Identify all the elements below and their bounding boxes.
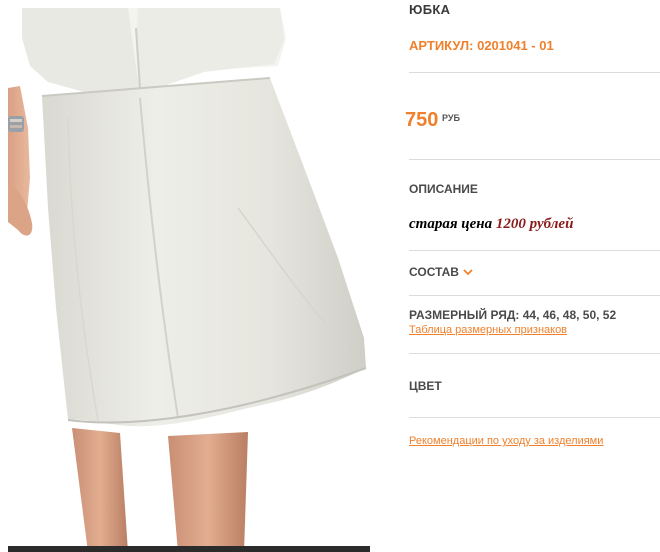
product-photo[interactable] xyxy=(8,8,370,552)
product-price: 750 xyxy=(405,109,439,131)
size-chart-link[interactable]: Таблица размерных признаков xyxy=(409,324,567,336)
divider xyxy=(409,72,660,73)
divider xyxy=(409,295,660,296)
composition-toggle[interactable]: СОСТАВ xyxy=(409,265,473,279)
divider xyxy=(409,417,660,418)
old-price-prefix: старая цена xyxy=(409,216,493,232)
chevron-down-icon xyxy=(463,268,473,276)
product-title: ЮБКА xyxy=(409,2,451,17)
size-range: РАЗМЕРНЫЙ РЯД: 44, 46, 48, 50, 52 xyxy=(409,308,616,322)
size-range-label: РАЗМЕРНЫЙ РЯД: xyxy=(409,308,520,322)
price-currency: РУБ xyxy=(442,113,460,123)
old-price-note: старая цена 1200 рублей xyxy=(409,216,573,233)
divider xyxy=(409,353,660,354)
divider xyxy=(409,250,660,251)
divider xyxy=(409,159,660,160)
composition-heading: СОСТАВ xyxy=(409,265,459,279)
product-info-panel: ЮБКА АРТИКУЛ: 0201041 - 01 750 РУБ ОПИСА… xyxy=(405,0,660,552)
color-heading: ЦВЕТ xyxy=(409,379,442,393)
product-image-skirt xyxy=(8,8,370,552)
care-instructions-link[interactable]: Рекомендации по уходу за изделиями xyxy=(409,435,603,447)
product-article: АРТИКУЛ: 0201041 - 01 xyxy=(409,38,554,53)
old-price-amount: 1200 рублей xyxy=(495,216,574,232)
description-heading: ОПИСАНИЕ xyxy=(409,182,478,196)
size-range-values: 44, 46, 48, 50, 52 xyxy=(522,308,617,322)
